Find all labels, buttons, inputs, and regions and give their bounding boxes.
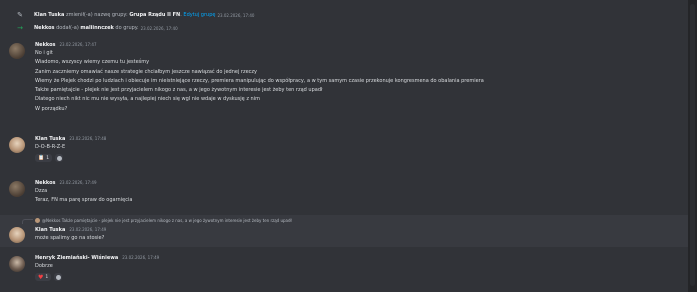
message-line: D-O-B-R-Z-E xyxy=(35,144,66,150)
reactions: ♥ 1 xyxy=(35,273,680,282)
reaction-button[interactable]: 📋 1 xyxy=(35,154,53,163)
avatar[interactable] xyxy=(9,137,25,153)
username[interactable]: Nekkos xyxy=(35,180,56,186)
edit-group-link[interactable]: Edytuj grupę xyxy=(183,12,215,18)
timestamp: 23.02.2026, 17:48 xyxy=(69,136,107,141)
reaction-button[interactable]: ♥ 1 xyxy=(35,273,52,282)
added-user[interactable]: maliinnczek xyxy=(80,25,113,31)
add-reaction-button[interactable] xyxy=(55,154,64,163)
avatar[interactable] xyxy=(9,43,25,59)
username[interactable]: Klan Tuska xyxy=(35,136,65,142)
timestamp: 23.02.2026, 17:40 xyxy=(140,25,178,31)
system-action: dodał(-a) xyxy=(56,25,79,31)
message-line: Zanim zaczniemy omawiać nasze strategie … xyxy=(35,68,258,75)
username[interactable]: Nekkos xyxy=(35,42,56,48)
message-line: Dlatego niech nikt nic mu nie wysyła, a … xyxy=(35,96,260,103)
timestamp: 23.02.2026, 17:49 xyxy=(122,255,160,260)
reaction-count: 1 xyxy=(46,155,50,161)
system-action: zmienił(-a) nazwę grupy: xyxy=(65,12,128,18)
message-line: może spalimy go na stosie? xyxy=(35,235,105,241)
reply-preview[interactable]: @Nekkos Także pamiętajcie - plejek nie j… xyxy=(35,216,292,224)
scrollbar[interactable] xyxy=(690,4,695,286)
message: Nekkos 23.02.2026, 17:49 Dzza Teraz, FN … xyxy=(0,178,688,210)
reaction-count: 1 xyxy=(45,274,49,280)
clipboard-icon: 📋 xyxy=(38,155,45,162)
message-line: Teraz, FN ma parę spraw do ogarnięcia xyxy=(35,197,133,204)
chat-area: ✎ Klan Tuska zmienił(-a) nazwę grupy: Gr… xyxy=(0,0,688,292)
system-message-added: → Nekkos dodał(-a) maliinnczek do grupy.… xyxy=(0,22,178,34)
reply-text: @Nekkos Także pamiętajcie - plejek nie j… xyxy=(42,217,292,223)
message-line: Wiadomo, wszyscy wiemy czemu tu jesteśmy xyxy=(35,59,150,66)
system-user[interactable]: Nekkos xyxy=(34,25,55,31)
message-line: No i git xyxy=(35,50,53,56)
group-name: Grupa Rządu II FN xyxy=(129,12,181,18)
reactions: 📋 1 xyxy=(35,154,680,163)
timestamp: 23.02.2026, 17:47 xyxy=(59,42,97,47)
add-reaction-icon xyxy=(55,274,61,280)
timestamp: 23.02.2026, 17:40 xyxy=(217,12,255,18)
timestamp: 23.02.2026, 17:49 xyxy=(69,227,107,232)
system-message-rename: ✎ Klan Tuska zmienił(-a) nazwę grupy: Gr… xyxy=(0,9,254,21)
system-user[interactable]: Klan Tuska xyxy=(34,12,64,18)
avatar[interactable] xyxy=(9,181,25,197)
message-line: Dzza xyxy=(35,188,48,194)
pencil-icon: ✎ xyxy=(17,11,23,19)
username[interactable]: Henryk Ziemiański- Wiśniewa xyxy=(35,255,118,261)
system-suffix: do grupy. xyxy=(115,25,139,31)
username[interactable]: Klan Tuska xyxy=(35,227,65,233)
add-reaction-button[interactable] xyxy=(54,273,63,282)
message-line: W porządku? xyxy=(35,105,68,112)
reply-avatar xyxy=(35,217,40,223)
avatar[interactable] xyxy=(9,256,25,272)
message: Nekkos 23.02.2026, 17:47 No i git Wiadom… xyxy=(0,40,688,132)
message: Henryk Ziemiański- Wiśniewa 23.02.2026, … xyxy=(0,253,688,289)
heart-icon: ♥ xyxy=(38,273,44,281)
message-line: Wiemy że Plejek chodzi po ludziach i obi… xyxy=(35,77,484,84)
reply-connector xyxy=(22,219,33,224)
avatar[interactable] xyxy=(9,227,25,243)
message-line: Także pamiętajcie - plejek nie jest przy… xyxy=(35,87,323,94)
reply-message: @Nekkos Także pamiętajcie - plejek nie j… xyxy=(0,215,688,247)
message: Klan Tuska 23.02.2026, 17:48 D-O-B-R-Z-E… xyxy=(0,134,688,170)
add-reaction-icon xyxy=(56,155,62,161)
timestamp: 23.02.2026, 17:49 xyxy=(59,180,97,185)
message-line: Dobrze xyxy=(35,263,53,269)
arrow-right-icon: → xyxy=(17,24,23,32)
